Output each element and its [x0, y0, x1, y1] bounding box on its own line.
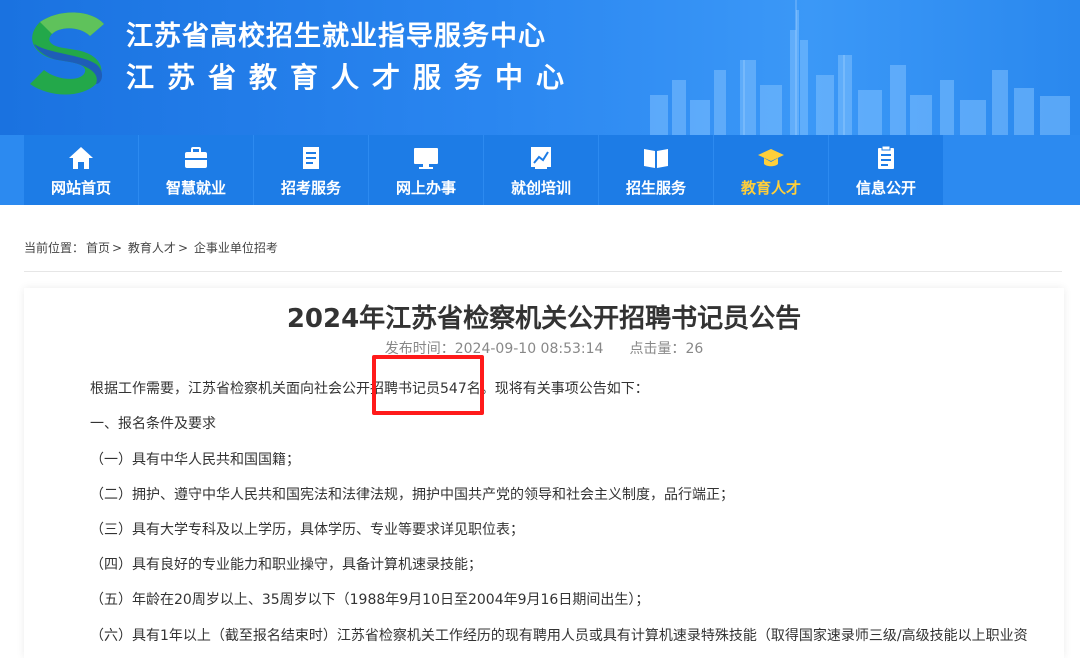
article-paragraph: （六）具有1年以上（截至报名结束时）江苏省检察机关工作经历的现有聘用人员或具有计…	[90, 628, 1028, 644]
nav-item-label: 网上办事	[395, 178, 456, 197]
nav-item-smart-employment[interactable]: 智慧就业	[139, 135, 253, 205]
breadcrumb-separator: >	[177, 241, 188, 255]
nav-item-label: 智慧就业	[165, 178, 226, 197]
article-title: 2024年江苏省检察机关公开招聘书记员公告	[286, 304, 802, 334]
nav-item-admission[interactable]: 招生服务	[599, 135, 713, 205]
nav-item-label: 网站首页	[50, 178, 111, 197]
article-paragraph: 根据工作需要，江苏省检察机关面向社会公开招聘书记员547名。现将有关事项公告如下…	[90, 381, 649, 397]
highlight-annotation-box	[372, 355, 484, 415]
nav-item-label: 招考服务	[280, 178, 341, 197]
nav-item-label: 信息公开	[855, 178, 916, 197]
site-title-secondary: 江苏省教育人才服务中心	[126, 61, 578, 94]
nav-item-education-talent[interactable]: 教育人才	[714, 135, 828, 205]
article-card: 2024年江苏省检察机关公开招聘书记员公告 发布时间：2024-09-10 08…	[24, 288, 1064, 658]
graduation-cap-icon	[758, 148, 784, 166]
click-count-label: 点击量：	[629, 341, 686, 357]
nav-item-exam-service[interactable]: 招考服务	[254, 135, 368, 205]
nav-item-home[interactable]: 网站首页	[24, 135, 138, 205]
briefcase-icon	[185, 146, 207, 168]
nav-item-label: 教育人才	[740, 178, 801, 197]
book-icon	[644, 148, 668, 168]
breadcrumb-home[interactable]: 首页	[86, 241, 110, 255]
article-paragraph: （二）拥护、遵守中华人民共和国宪法和法律法规，拥护中国共产党的领导和社会主义制度…	[90, 487, 734, 503]
nav-item-label: 就创培训	[510, 178, 571, 197]
breadcrumb-education-talent[interactable]: 教育人才	[128, 241, 176, 255]
site-title-primary: 江苏省高校招生就业指导服务中心	[126, 21, 546, 52]
breadcrumb-divider	[24, 271, 1062, 272]
main-navigation: 网站首页 智慧就业 招考服务 网上办事 就创培训 招生服务 教育人才 信息公开	[24, 135, 944, 205]
article-paragraph: （四）具有良好的专业能力和职业操守，具备计算机速录技能；	[90, 557, 482, 573]
main-navigation-bar: 网站首页 智慧就业 招考服务 网上办事 就创培训 招生服务 教育人才 信息公开	[0, 135, 1080, 205]
breadcrumb-recruitment[interactable]: 企事业单位招考	[194, 241, 278, 255]
logo-icon[interactable]	[20, 4, 112, 98]
document-icon	[303, 146, 319, 169]
article-meta: 发布时间：2024-09-10 08:53:14 点击量：26	[24, 338, 1064, 358]
clipboard-icon	[878, 145, 894, 169]
section-heading: 一、报名条件及要求	[90, 416, 216, 432]
nav-item-training[interactable]: 就创培训	[484, 135, 598, 205]
nav-item-info-disclosure[interactable]: 信息公开	[829, 135, 943, 205]
nav-item-online-service[interactable]: 网上办事	[369, 135, 483, 205]
city-skyline-illustration	[650, 0, 1070, 135]
home-icon	[69, 146, 93, 169]
click-count: 26	[685, 341, 704, 357]
article-paragraph: （三）具有大学专科及以上学历，具体学历、专业等要求详见职位表；	[90, 522, 524, 538]
monitor-icon	[414, 147, 438, 169]
article-paragraph: （一）具有中华人民共和国国籍；	[90, 452, 300, 468]
chart-icon	[531, 146, 551, 169]
article-paragraph: （五）年龄在20周岁以上、35周岁以下（1988年9月10日至2004年9月16…	[90, 592, 650, 608]
breadcrumb: 当前位置： 首页 > 教育人才 > 企事业单位招考	[24, 239, 280, 256]
nav-item-label: 招生服务	[625, 178, 686, 197]
breadcrumb-separator: >	[112, 241, 123, 255]
site-header: 江苏省高校招生就业指导服务中心 江苏省教育人才服务中心	[0, 0, 1080, 135]
breadcrumb-prefix: 当前位置：	[24, 241, 85, 255]
